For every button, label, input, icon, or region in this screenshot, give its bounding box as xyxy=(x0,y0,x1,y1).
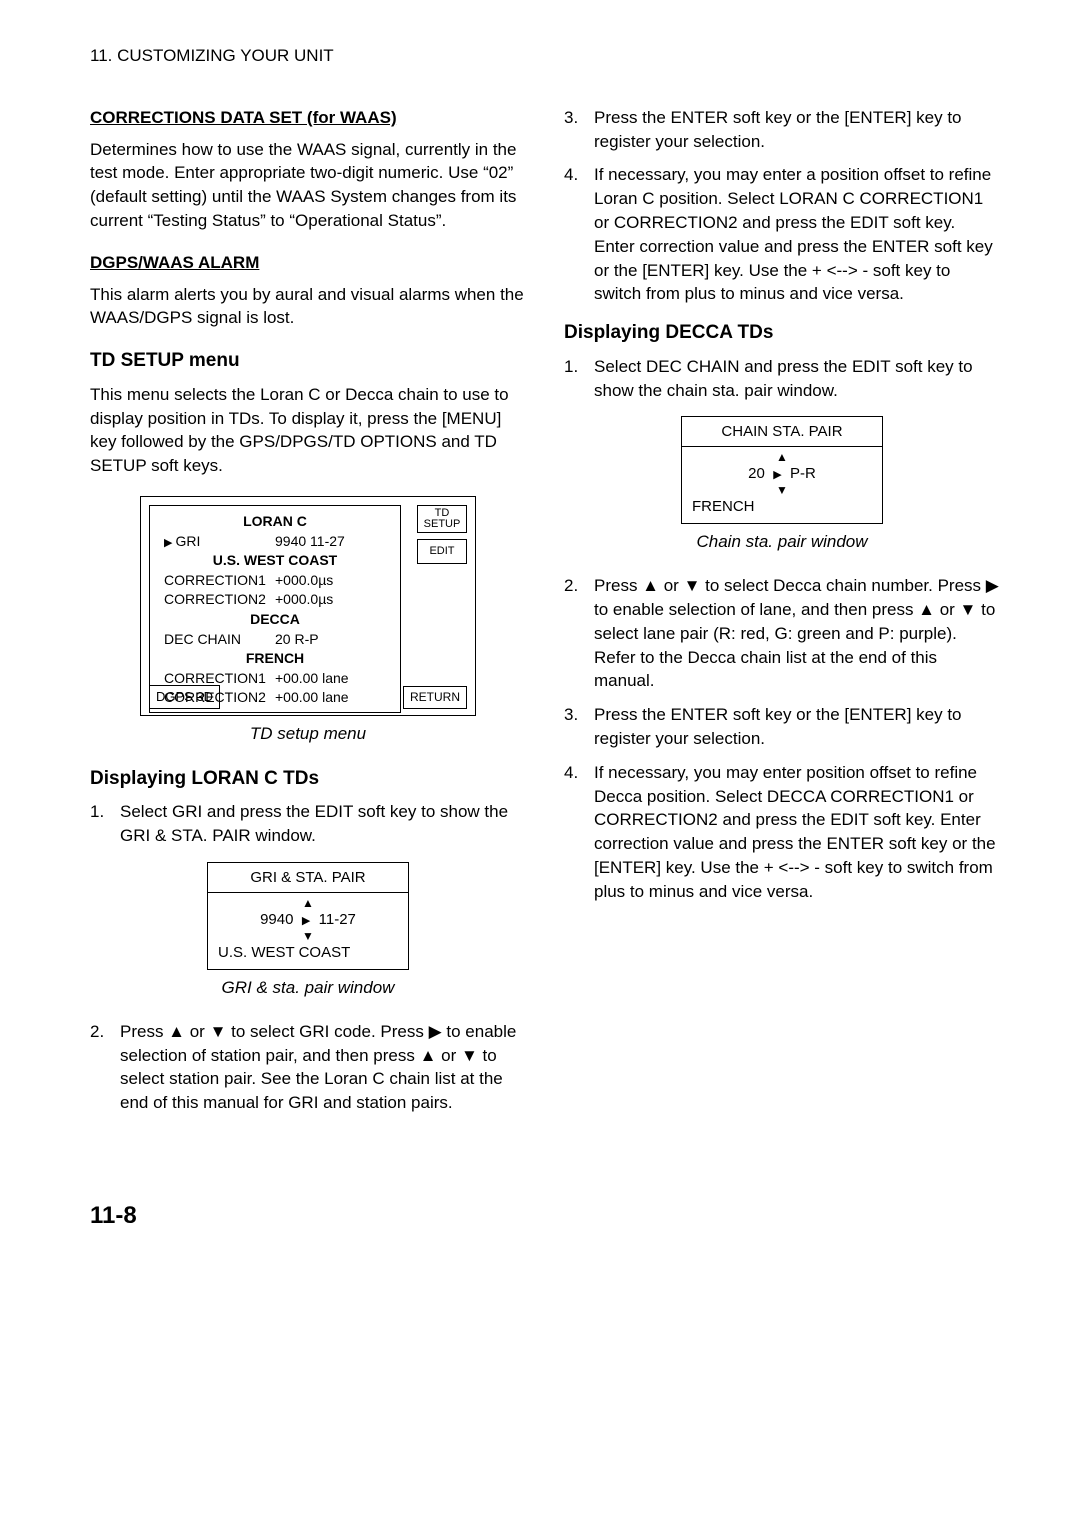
decca-step-3: Press the ENTER soft key or the [ENTER] … xyxy=(564,703,1000,751)
heading-td-setup: TD SETUP menu xyxy=(90,348,526,375)
gri-window-caption: GRI & sta. pair window xyxy=(90,976,526,1000)
gri-win-bottom: U.S. WEST COAST xyxy=(218,942,398,963)
gri-window-title: GRI & STA. PAIR xyxy=(208,863,408,893)
chain-window-title: CHAIN STA. PAIR xyxy=(682,417,882,447)
heading-dgps-waas-alarm: DGPS/WAAS ALARM xyxy=(90,251,526,275)
td-setup-figure: LORAN C ▶ GRI 9940 11-27 U.S. WEST COAST… xyxy=(140,496,476,716)
decca-steps-part1: Select DEC CHAIN and press the EDIT soft… xyxy=(564,355,1000,403)
decca-steps-part2: Press ▲ or ▼ to select Decca chain numbe… xyxy=(564,574,1000,903)
down-arrow-icon: ▼ xyxy=(692,484,872,496)
gri-sta-pair-window: GRI & STA. PAIR ▲ 9940 ▶ 11-27 ▼ U.S. WE… xyxy=(207,862,409,970)
correction2-label: CORRECTION2 xyxy=(164,590,275,610)
gri-label: ▶ GRI xyxy=(164,532,275,552)
chain-window-caption: Chain sta. pair window xyxy=(564,530,1000,554)
correction2-value: +000.0µs xyxy=(275,590,386,610)
loran-step-4: If necessary, you may enter a position o… xyxy=(564,163,1000,306)
loran-steps-part1: Select GRI and press the EDIT soft key t… xyxy=(90,800,526,848)
heading-decca-tds: Displaying DECCA TDs xyxy=(564,320,1000,347)
up-arrow-icon: ▲ xyxy=(692,451,872,463)
correction1-label: CORRECTION1 xyxy=(164,571,275,591)
chain-win-left: 20 xyxy=(748,465,765,482)
loran-step-2: Press ▲ or ▼ to select GRI code. Press ▶… xyxy=(90,1020,526,1115)
up-arrow-icon: ▲ xyxy=(218,897,398,909)
french-title: FRENCH xyxy=(150,649,400,669)
loran-step-1: Select GRI and press the EDIT soft key t… xyxy=(90,800,526,848)
chain-win-right: P-R xyxy=(790,465,816,482)
loran-step-3: Press the ENTER soft key or the [ENTER] … xyxy=(564,106,1000,154)
left-column: CORRECTIONS DATA SET (for WAAS) Determin… xyxy=(90,106,526,1129)
td-setup-softkey[interactable]: TDSETUP xyxy=(417,505,467,533)
right-triangle-icon: ▶ xyxy=(302,915,310,927)
right-column: Press the ENTER soft key or the [ENTER] … xyxy=(564,106,1000,1129)
d-correction2-value: +00.00 lane xyxy=(275,688,386,708)
dec-chain-label: DEC CHAIN xyxy=(164,630,275,650)
decca-step-1: Select DEC CHAIN and press the EDIT soft… xyxy=(564,355,1000,403)
dec-chain-value: 20 R-P xyxy=(275,630,386,650)
page-number: 11-8 xyxy=(90,1199,1000,1233)
page-header: 11. CUSTOMIZING YOUR UNIT xyxy=(90,44,1000,68)
decca-title: DECCA xyxy=(150,610,400,630)
gri-win-right: 11-27 xyxy=(319,911,356,928)
gri-value: 9940 11-27 xyxy=(275,532,386,552)
decca-step-4: If necessary, you may enter position off… xyxy=(564,761,1000,904)
chain-sta-pair-window: CHAIN STA. PAIR ▲ 20 ▶ P-R ▼ FRENCH xyxy=(681,416,883,524)
loran-c-title: LORAN C xyxy=(150,512,400,532)
down-arrow-icon: ▼ xyxy=(218,930,398,942)
td-setup-caption: TD setup menu xyxy=(90,722,526,746)
right-triangle-icon: ▶ xyxy=(773,469,781,481)
loran-steps-part3: Press the ENTER soft key or the [ENTER] … xyxy=(564,106,1000,306)
correction1-value: +000.0µs xyxy=(275,571,386,591)
para-td-setup: This menu selects the Loran C or Decca c… xyxy=(90,383,526,478)
decca-step-2: Press ▲ or ▼ to select Decca chain numbe… xyxy=(564,574,1000,693)
heading-loran-c-tds: Displaying LORAN C TDs xyxy=(90,766,526,793)
dgps-status: DGPS 3D xyxy=(149,685,220,709)
para-corrections: Determines how to use the WAAS signal, c… xyxy=(90,138,526,233)
loran-steps-part2: Press ▲ or ▼ to select GRI code. Press ▶… xyxy=(90,1020,526,1115)
us-west-coast: U.S. WEST COAST xyxy=(150,551,400,571)
gri-win-left: 9940 xyxy=(260,911,293,928)
right-triangle-icon: ▶ xyxy=(164,537,176,549)
edit-softkey[interactable]: EDIT xyxy=(417,539,467,564)
para-dgps-alarm: This alarm alerts you by aural and visua… xyxy=(90,283,526,331)
d-correction1-value: +00.00 lane xyxy=(275,669,386,689)
chain-win-bottom: FRENCH xyxy=(692,496,872,517)
heading-corrections-data-set: CORRECTIONS DATA SET (for WAAS) xyxy=(90,106,526,130)
return-softkey[interactable]: RETURN xyxy=(403,686,467,709)
